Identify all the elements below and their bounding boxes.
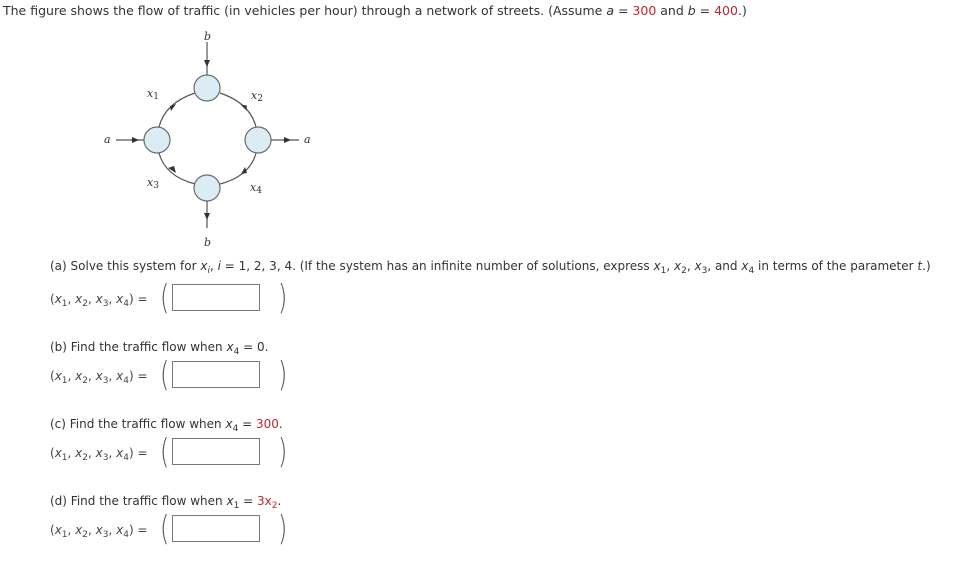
part-d-prefix: (d) Find the traffic flow when (50, 494, 227, 508)
b-variable: b (687, 3, 696, 18)
part-a-end: .) (922, 259, 931, 273)
close-equals: ) = (128, 446, 148, 460)
label-a-right: a (304, 133, 311, 146)
part-b-question: (b) Find the traffic flow when x4 = 0. (50, 340, 269, 357)
arrow-b-out (204, 213, 210, 220)
intro-suffix: .) (737, 3, 747, 18)
close-equals: ) = (128, 369, 148, 383)
x-var: x (226, 494, 234, 508)
sep: , (108, 523, 117, 537)
street-x4 (219, 152, 257, 185)
part-b-answer-input[interactable] (172, 361, 260, 388)
part-d-answer-input[interactable] (172, 515, 260, 542)
x-var: x (226, 340, 234, 354)
label-x3: x3 (147, 176, 159, 191)
tuple-label: (x1, x2, x3, x4) = (50, 446, 148, 463)
tuple-label: (x1, x2, x3, x4) = (50, 292, 148, 309)
problem-intro: The figure shows the flow of traffic (in… (3, 3, 747, 18)
condition-value: = 0. (239, 340, 269, 354)
arrow-x4 (241, 167, 247, 174)
x-var: x (54, 292, 62, 306)
sep: , (88, 292, 96, 306)
intro-text: The figure shows the flow of traffic (in… (3, 3, 607, 18)
x-var: x (95, 523, 103, 537)
close-equals: ) = (128, 523, 148, 537)
right-paren: ) (277, 432, 288, 472)
part-a-question: (a) Solve this system for xi, i = 1, 2, … (50, 259, 931, 276)
part-d-question: (d) Find the traffic flow when x1 = 3x2. (50, 494, 282, 511)
and-text: and (656, 3, 688, 18)
tuple-label: (x1, x2, x3, x4) = (50, 523, 148, 540)
label-x4: x4 (250, 181, 262, 196)
sep: , (108, 446, 117, 460)
condition-value: 300 (255, 417, 279, 431)
label-b-top: b (204, 30, 211, 43)
close-equals: ) = (128, 292, 148, 306)
x-var: x (54, 446, 62, 460)
sep: , (88, 523, 96, 537)
arrow-a-in (132, 137, 139, 143)
and-text: , and (707, 259, 742, 273)
tuple-label: (x1, x2, x3, x4) = (50, 369, 148, 386)
node-right (244, 126, 272, 154)
equals-sign: = (238, 417, 256, 431)
period: . (278, 417, 283, 431)
x-var: x (95, 369, 103, 383)
period: . (277, 494, 282, 508)
x-var: x (54, 369, 62, 383)
label-b-bottom: b (204, 236, 211, 249)
street-x3 (158, 152, 196, 185)
sep: , (209, 259, 218, 273)
equals-sign: = (614, 3, 633, 18)
part-c-answer-input[interactable] (172, 438, 260, 465)
part-c-question: (c) Find the traffic flow when x4 = 300. (50, 417, 283, 434)
arrow-x3 (168, 166, 176, 173)
label-x2: x2 (251, 89, 263, 104)
x-var: x (653, 259, 661, 273)
node-top (193, 74, 221, 102)
equals-sign: = (695, 3, 715, 18)
x-var: x (95, 292, 103, 306)
left-paren: ( (159, 432, 170, 472)
x-var: x (54, 523, 62, 537)
left-paren: ( (159, 278, 170, 318)
right-paren: ) (277, 509, 288, 549)
label-x1: x1 (147, 87, 159, 102)
part-b-prefix: (b) Find the traffic flow when (50, 340, 227, 354)
b-value: 400 (714, 3, 738, 18)
arrow-b-in (204, 60, 210, 67)
right-paren: ) (277, 278, 288, 318)
condition-value: 3x (257, 494, 272, 508)
left-paren: ( (159, 509, 170, 549)
part-c-prefix: (c) Find the traffic flow when (50, 417, 226, 431)
traffic-network-diagram: b b a a x1 x2 x3 x4 (104, 30, 311, 249)
x-var: x (95, 446, 103, 460)
arrow-x1 (170, 104, 176, 111)
street-x1 (158, 92, 196, 128)
right-paren: ) (277, 355, 288, 395)
a-variable: a (606, 3, 614, 18)
left-paren: ( (159, 355, 170, 395)
equals-sign: = (239, 494, 257, 508)
node-left (143, 126, 171, 154)
part-a-prefix: (a) Solve this system for (50, 259, 201, 273)
sep: , (108, 292, 117, 306)
part-a-answer-input[interactable] (172, 284, 260, 311)
sep: , (88, 446, 96, 460)
x-var: x (694, 259, 702, 273)
a-value: 300 (632, 3, 657, 18)
part-a-text: = 1, 2, 3, 4. (If the system has an infi… (220, 259, 654, 273)
sep: , (108, 369, 117, 383)
arrow-a-out (284, 137, 291, 143)
node-bottom (193, 174, 221, 202)
sep: , (666, 259, 674, 273)
x-var: x (225, 417, 233, 431)
sep: , (88, 369, 96, 383)
part-a-text: in terms of the parameter (754, 259, 918, 273)
label-a-left: a (104, 133, 111, 146)
